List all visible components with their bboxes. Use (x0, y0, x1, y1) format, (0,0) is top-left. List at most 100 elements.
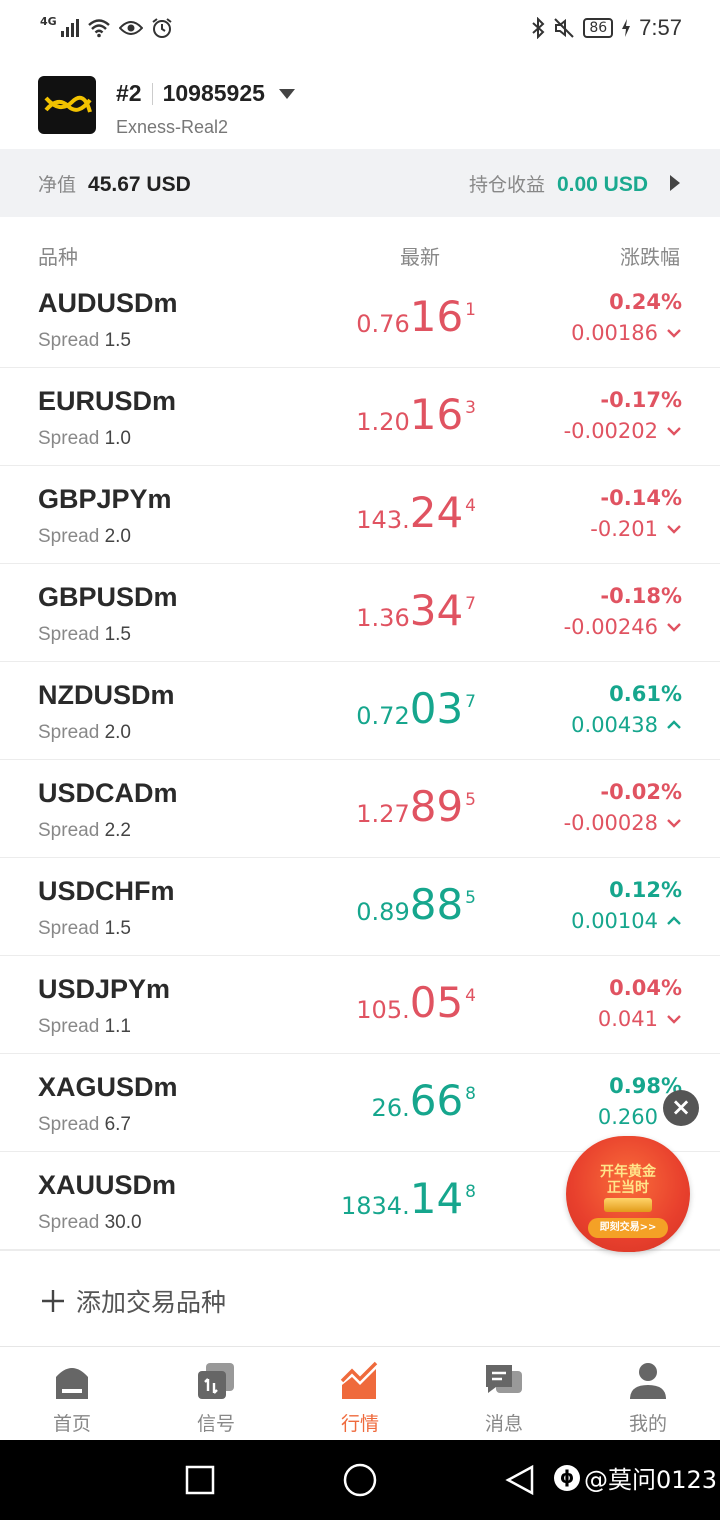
quote-symbol: GBPUSDm (38, 582, 178, 612)
price-big-digits: 24 (409, 488, 464, 537)
change-value: -0.00202 (563, 419, 658, 443)
home-icon (56, 1368, 88, 1399)
spread-value: 2.0 (104, 722, 131, 743)
chevron-down-icon[interactable] (666, 328, 682, 338)
quote-row[interactable]: NZDUSDm Spread 2.0 0.72 03 7 0.61% 0.00438 (0, 662, 720, 760)
price-prefix: 1834. (341, 1192, 410, 1220)
price-pip: 3 (465, 398, 476, 418)
change-percent: -0.18% (600, 584, 682, 608)
quote-row[interactable]: GBPJPYm Spread 2.0 143. 24 4 -0.14% -0.201 (0, 466, 720, 564)
account-server: Exness-Real2 (116, 117, 229, 137)
chevron-down-icon[interactable] (666, 524, 682, 534)
price-pip: 8 (465, 1084, 476, 1104)
tab-home[interactable]: 首页 (0, 1347, 144, 1440)
quote-price: 0.89 88 5 (356, 882, 476, 928)
quote-row[interactable]: EURUSDm Spread 1.0 1.20 16 3 -0.17% -0.00202 (0, 368, 720, 466)
equity-summary[interactable]: 净值 45.67 USD 持仓收益 0.00 USD (0, 149, 720, 217)
price-big-digits: 66 (409, 1076, 464, 1125)
change-absolute: 0.00438 (571, 708, 682, 742)
message-icon (486, 1365, 522, 1393)
account-header[interactable]: #2 10985925 Exness-Real2 (0, 56, 720, 149)
quote-price: 0.72 03 7 (356, 686, 476, 732)
recents-button[interactable] (184, 1464, 216, 1496)
add-symbol-label: 添加交易品种 (76, 1288, 227, 1317)
quote-row[interactable]: USDCHFm Spread 1.5 0.89 88 5 0.12% 0.00104 (0, 858, 720, 956)
price-pip: 5 (465, 790, 476, 810)
change-value: 0.260 (597, 1105, 658, 1129)
quote-symbol: AUDUSDm (38, 288, 178, 318)
quote-symbol: NZDUSDm (38, 680, 175, 710)
chevron-down-icon[interactable] (666, 622, 682, 632)
promo-trade-button[interactable]: 即刻交易>> (588, 1218, 668, 1238)
chevron-down-icon[interactable] (666, 1014, 682, 1024)
quote-spread: Spread 1.5 (38, 918, 131, 940)
quote-row[interactable]: USDJPYm Spread 1.1 105. 05 4 0.04% 0.041 (0, 956, 720, 1054)
home-button[interactable] (342, 1462, 378, 1498)
change-percent: 0.61% (609, 682, 682, 706)
quote-change: 0.12% 0.00104 (571, 876, 682, 938)
eye-icon (118, 21, 143, 35)
tab-signals[interactable]: 信号 (144, 1347, 288, 1440)
quote-symbol: EURUSDm (38, 386, 177, 416)
bottom-tab-bar: 首页 信号 行情 消息 我的 (0, 1346, 720, 1440)
pl-value: 0.00 USD (556, 172, 648, 196)
quote-row[interactable]: AUDUSDm Spread 1.5 0.76 16 1 0.24% 0.00186 (0, 270, 720, 368)
quote-spread: Spread 2.0 (38, 526, 131, 548)
spread-label: Spread (38, 428, 100, 449)
chevron-down-icon[interactable] (666, 818, 682, 828)
signal-icon (198, 1363, 234, 1399)
quote-price: 0.76 16 1 (356, 294, 476, 340)
weibo-logo-icon: ϕ (554, 1464, 580, 1491)
battery-level: 86 (583, 18, 614, 38)
price-prefix: 0.72 (356, 702, 410, 730)
chevron-down-icon[interactable] (666, 426, 682, 436)
tab-messages[interactable]: 消息 (432, 1347, 576, 1440)
change-value: 0.00104 (571, 909, 658, 933)
price-big-digits: 16 (409, 292, 464, 341)
spread-value: 30.0 (104, 1212, 142, 1233)
quote-row[interactable]: USDCADm Spread 2.2 1.27 89 5 -0.02% -0.00028 (0, 760, 720, 858)
tab-profile[interactable]: 我的 (576, 1347, 720, 1440)
quote-price: 26. 66 8 (372, 1078, 476, 1124)
add-symbol-row[interactable]: 添加交易品种 (0, 1250, 720, 1346)
price-prefix: 0.76 (356, 310, 410, 338)
spread-label: Spread (38, 624, 100, 645)
back-button[interactable] (504, 1464, 536, 1496)
status-icons-right: 86 7:57 (531, 15, 682, 41)
change-value: -0.00246 (563, 615, 658, 639)
dropdown-caret-icon[interactable] (278, 88, 295, 99)
alarm-icon (152, 18, 172, 38)
add-symbol-button[interactable]: 添加交易品种 (40, 1283, 226, 1319)
gold-promo-badge[interactable]: 开年黄金 正当时 即刻交易>> (566, 1136, 690, 1252)
network-type: 4G (40, 14, 57, 28)
promo-close-button[interactable]: × (663, 1090, 699, 1126)
quote-symbol: USDJPYm (38, 974, 171, 1004)
price-prefix: 0.89 (356, 898, 410, 926)
chevron-up-icon[interactable] (666, 916, 682, 926)
price-pip: 5 (465, 888, 476, 908)
divider (151, 82, 153, 105)
quote-row[interactable]: GBPUSDm Spread 1.5 1.36 34 7 -0.18% -0.00246 (0, 564, 720, 662)
wifi-icon (87, 19, 110, 38)
spread-value: 6.7 (104, 1114, 131, 1135)
equity-value: 45.67 USD (88, 172, 191, 196)
account-selector[interactable]: #2 10985925 (116, 80, 295, 107)
spread-value: 1.0 (104, 428, 131, 449)
change-percent: -0.17% (600, 388, 682, 412)
spread-value: 1.1 (104, 1016, 131, 1037)
pl-label: 持仓收益 (468, 174, 545, 196)
quote-spread: Spread 2.2 (38, 820, 131, 842)
price-big-digits: 88 (409, 880, 464, 929)
tab-label: 我的 (628, 1413, 667, 1435)
mute-icon (554, 18, 575, 38)
quote-change: -0.02% -0.00028 (564, 778, 682, 840)
chevron-right-icon[interactable] (670, 175, 680, 191)
price-big-digits: 14 (409, 1174, 464, 1223)
quote-symbol: XAGUSDm (38, 1072, 178, 1102)
column-latest: 最新 (400, 245, 440, 269)
change-value: 0.00438 (571, 713, 658, 737)
tab-market[interactable]: 行情 (288, 1347, 432, 1440)
chevron-up-icon[interactable] (666, 720, 682, 730)
spread-value: 1.5 (104, 330, 131, 351)
quote-change: 0.04% 0.041 (598, 974, 682, 1036)
